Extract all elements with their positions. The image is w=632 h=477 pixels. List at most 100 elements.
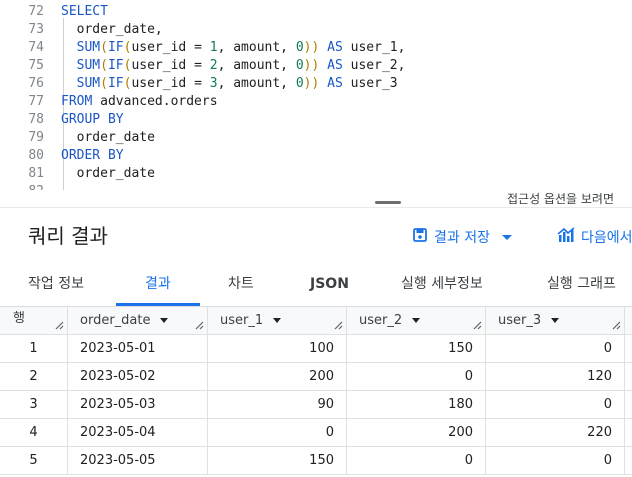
line-number: 75 (28, 58, 44, 73)
code-line[interactable]: 72 SELECT (0, 3, 632, 21)
table-row[interactable]: 4 2023-05-04 0 200 220 (0, 419, 632, 447)
explore-data-button[interactable]: 다음에서 (557, 225, 632, 249)
code-text[interactable]: ORDER BY (61, 147, 124, 165)
table-row[interactable]: 3 2023-05-03 90 180 0 (0, 391, 632, 419)
column-header-user-2[interactable]: user_2 (347, 307, 486, 334)
user-3-cell[interactable]: 220 (486, 419, 625, 446)
line-number: 80 (28, 148, 44, 163)
user-3-cell[interactable]: 0 (486, 391, 625, 418)
tab-execution-details[interactable]: 실행 세부정보 (401, 263, 483, 306)
user-1-cell[interactable]: 0 (208, 419, 347, 446)
user-2-cell[interactable]: 150 (347, 335, 486, 362)
code-line[interactable]: 77 FROM advanced.orders (0, 93, 632, 111)
column-resize-icon[interactable] (55, 321, 64, 330)
code-text[interactable]: order_date, (61, 21, 163, 39)
order-date-cell[interactable]: 2023-05-05 (68, 447, 208, 474)
code-text[interactable]: FROM advanced.orders (61, 93, 218, 111)
active-tab-indicator (116, 303, 200, 306)
table-row[interactable]: 1 2023-05-01 100 150 0 (0, 335, 632, 363)
code-text[interactable]: GROUP BY (61, 111, 124, 129)
line-number: 72 (28, 4, 44, 19)
save-icon (412, 227, 428, 247)
order-date-cell[interactable]: 2023-05-03 (68, 391, 208, 418)
panel-resize-handle[interactable] (375, 201, 401, 204)
code-line[interactable]: 76 SUM(IF(user_id = 3, amount, 0)) AS us… (0, 75, 632, 93)
column-resize-icon[interactable] (473, 321, 482, 330)
save-results-label: 결과 저장 (434, 230, 490, 246)
sort-arrow-icon[interactable] (551, 318, 560, 323)
user-1-cell[interactable]: 100 (208, 335, 347, 362)
column-header-user-1[interactable]: user_1 (208, 307, 347, 334)
code-line[interactable]: 74 SUM(IF(user_id = 1, amount, 0)) AS us… (0, 39, 632, 57)
code-line[interactable]: 81 order_date (0, 165, 632, 183)
code-line[interactable]: 82 (0, 183, 632, 190)
column-header-label: order_date (80, 313, 151, 328)
user-1-cell[interactable]: 200 (208, 363, 347, 390)
chart-icon (557, 227, 575, 247)
table-header-row: 행 order_date user_1 user_2 user_3 (0, 307, 632, 335)
line-number: 81 (28, 166, 44, 181)
save-results-button[interactable]: 결과 저장 (412, 225, 512, 249)
code-line[interactable]: 80 ORDER BY (0, 147, 632, 165)
user-3-cell[interactable]: 120 (486, 363, 625, 390)
column-resize-icon[interactable] (195, 321, 204, 330)
column-header-label: user_3 (498, 313, 542, 328)
code-line[interactable]: 75 SUM(IF(user_id = 2, amount, 0)) AS us… (0, 57, 632, 75)
column-header-label: user_2 (359, 313, 403, 328)
code-text[interactable]: order_date (61, 129, 155, 147)
column-header-label: user_1 (220, 313, 264, 328)
code-text[interactable]: SELECT (61, 3, 108, 21)
code-text[interactable]: order_date (61, 165, 155, 183)
tab-json[interactable]: JSON (310, 263, 349, 306)
row-number-cell: 4 (0, 419, 68, 446)
sort-arrow-icon[interactable] (412, 318, 421, 323)
line-number: 79 (28, 130, 44, 145)
code-line[interactable]: 78 GROUP BY (0, 111, 632, 129)
explore-data-label: 다음에서 (581, 230, 632, 246)
tab-results[interactable]: 결과 (145, 263, 171, 306)
order-date-cell[interactable]: 2023-05-04 (68, 419, 208, 446)
code-line[interactable]: 79 order_date (0, 129, 632, 147)
user-3-cell[interactable]: 0 (486, 335, 625, 362)
panel-divider (0, 207, 632, 208)
row-number-cell: 5 (0, 447, 68, 474)
line-number: 74 (28, 40, 44, 55)
results-table: 행 order_date user_1 user_2 user_3 1 2023… (0, 307, 632, 477)
dropdown-arrow-icon (501, 234, 512, 240)
user-2-cell[interactable]: 200 (347, 419, 486, 446)
line-number: 77 (28, 94, 44, 109)
sort-arrow-icon[interactable] (160, 318, 169, 323)
sort-arrow-icon[interactable] (273, 318, 282, 323)
line-number: 82 (0, 183, 44, 190)
tab-chart[interactable]: 차트 (228, 263, 254, 306)
user-2-cell[interactable]: 0 (347, 447, 486, 474)
row-number-cell: 2 (0, 363, 68, 390)
column-header-user-3[interactable]: user_3 (486, 307, 625, 334)
column-header-order-date[interactable]: order_date (68, 307, 208, 334)
results-tabs: 작업 정보 결과 차트 JSON 실행 세부정보 실행 그래프 (0, 263, 632, 307)
tab-execution-graph[interactable]: 실행 그래프 (547, 263, 616, 306)
user-1-cell[interactable]: 90 (208, 391, 347, 418)
code-text[interactable]: SUM(IF(user_id = 1, amount, 0)) AS user_… (61, 39, 406, 57)
line-number: 76 (28, 76, 44, 91)
user-3-cell[interactable]: 0 (486, 447, 625, 474)
row-number-cell: 1 (0, 335, 68, 362)
code-text[interactable]: SUM(IF(user_id = 2, amount, 0)) AS user_… (61, 57, 406, 75)
tab-job-info[interactable]: 작업 정보 (28, 263, 84, 306)
user-2-cell[interactable]: 0 (347, 363, 486, 390)
user-1-cell[interactable]: 150 (208, 447, 347, 474)
order-date-cell[interactable]: 2023-05-02 (68, 363, 208, 390)
column-header-row-number: 행 (0, 307, 68, 334)
table-row[interactable]: 5 2023-05-05 150 0 0 (0, 447, 632, 475)
results-title: 쿼리 결과 (28, 224, 108, 248)
table-row[interactable]: 2 2023-05-02 200 0 120 (0, 363, 632, 391)
order-date-cell[interactable]: 2023-05-01 (68, 335, 208, 362)
column-header-label: 행 (13, 311, 25, 326)
sql-editor[interactable]: 72 SELECT 73 order_date, 74 SUM(IF(user_id … (0, 0, 632, 190)
code-line[interactable]: 73 order_date, (0, 21, 632, 39)
user-2-cell[interactable]: 180 (347, 391, 486, 418)
column-resize-icon[interactable] (612, 321, 621, 330)
code-text[interactable]: SUM(IF(user_id = 3, amount, 0)) AS user_… (61, 75, 398, 93)
line-number: 78 (28, 112, 44, 127)
column-resize-icon[interactable] (334, 321, 343, 330)
